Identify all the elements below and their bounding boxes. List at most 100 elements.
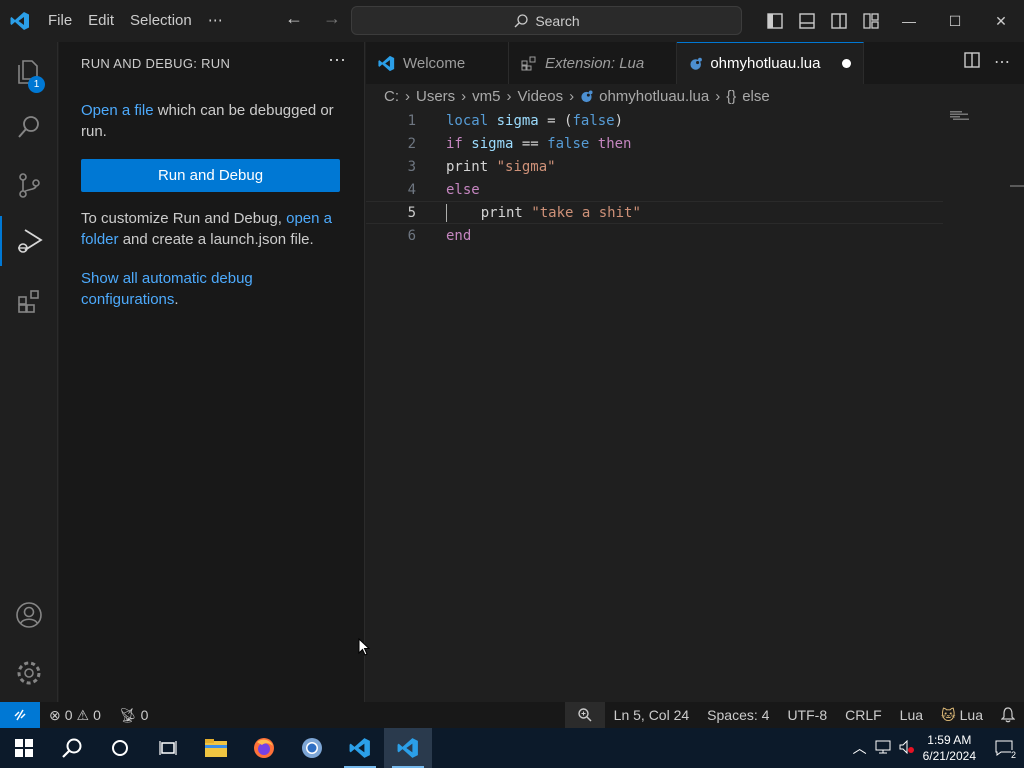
zoom-icon[interactable] [564,702,605,728]
line-number: 3 [407,158,416,175]
cortana-icon[interactable] [96,728,144,768]
extensions-icon[interactable] [0,276,58,326]
search-view-icon[interactable] [0,102,58,152]
tab-label: Extension: Lua [545,54,645,72]
token: print [446,158,489,175]
token: if [446,135,463,152]
editor-more-icon[interactable]: ⋯ [994,52,1010,73]
token: end [446,227,472,244]
remote-indicator-icon[interactable] [0,702,40,728]
open-file-link[interactable]: Open a file [81,102,154,119]
tab-extension-lua[interactable]: Extension: Lua [509,42,677,84]
chrome-icon[interactable] [288,728,336,768]
run-and-debug-button[interactable]: Run and Debug [81,159,340,192]
chevron-right-icon: › [506,88,512,105]
back-arrow-icon[interactable]: ← [280,8,308,29]
file-explorer-icon[interactable] [192,728,240,768]
show-all-debug-configs-link[interactable]: Show all automatic debug configurations [81,270,253,308]
indent-guide [446,203,447,222]
unsaved-dot-icon[interactable] [842,59,851,68]
token: sigma [471,135,514,152]
minimize-button[interactable]: — [886,0,932,42]
line-number: 4 [407,181,416,198]
explorer-badge: 1 [28,76,45,93]
explorer-icon[interactable]: 1 [0,46,58,96]
maximize-button[interactable]: ☐ [932,0,978,42]
token: "sigma" [496,158,556,175]
lua-file-icon [690,57,702,70]
vscode-taskbar-icon[interactable] [336,728,384,768]
breadcrumb-item[interactable]: vm5 [472,88,500,105]
clock[interactable]: 1:59 AM 6/21/2024 [923,732,976,764]
breadcrumb-item[interactable]: else [742,88,770,105]
encoding[interactable]: UTF-8 [778,707,836,723]
window-controls: — ☐ ✕ [886,0,1024,42]
toggle-panel-icon[interactable] [796,10,818,32]
breadcrumb-item[interactable]: Videos [518,88,564,105]
start-windows-icon[interactable] [0,728,48,768]
vscode-active-taskbar-icon[interactable] [384,728,432,768]
code-line: 6 end [366,224,1006,247]
show-all-text: Show all automatic debug configurations. [81,268,321,310]
tab-welcome[interactable]: Welcome [366,42,509,84]
time: 1:59 AM [927,733,972,747]
system-tray: ︿ 1:59 AM 6/21/2024 2 [853,728,1024,768]
line-number: 2 [407,135,416,152]
breadcrumb-item[interactable]: C: [384,88,399,105]
ports-indicator[interactable]: 📡︎ 0 [110,707,158,724]
warning-count: 0 [93,707,101,723]
sidebar-more-icon[interactable]: ⋯ [328,50,346,71]
notifications-bell-icon[interactable] [992,707,1024,723]
chevron-up-icon[interactable]: ︿ [853,738,867,758]
code-editor[interactable]: 1 local sigma = (false) 2 if sigma == fa… [366,109,1006,247]
sidebar-title: RUN AND DEBUG: RUN [81,56,231,71]
language-mode[interactable]: Lua [891,707,932,723]
breadcrumb-item[interactable]: Users [416,88,455,105]
code-line: 2 if sigma == false then [366,132,1006,155]
taskbar-search-icon[interactable] [48,728,96,768]
code-line: 4 else [366,178,1006,201]
minimap[interactable] [950,108,974,120]
volume-muted-icon[interactable] [899,739,915,757]
close-button[interactable]: ✕ [978,0,1024,42]
lua-extension-status[interactable]: 🐱︎ Lua [932,707,992,724]
accounts-icon[interactable] [0,590,58,640]
line-number: 5 [407,204,416,221]
menu-bar: File Edit Selection ⋯ [40,0,231,42]
split-editor-icon[interactable] [964,52,980,73]
toggle-primary-sidebar-icon[interactable] [764,10,786,32]
nav-arrows: ← → [280,8,346,29]
chevron-right-icon: › [461,88,467,105]
indentation[interactable]: Spaces: 4 [698,707,778,723]
tab-ohmyhotluau[interactable]: ohmyhotluau.lua [677,42,864,84]
vertical-scrollbar[interactable] [1010,185,1024,187]
run-and-debug-icon[interactable] [0,216,58,266]
menu-more[interactable]: ⋯ [200,0,231,42]
token: false [572,112,615,129]
problems-indicator[interactable]: ⊗ 0 ⚠ 0 [40,707,110,724]
customize-layout-icon[interactable] [860,10,882,32]
source-control-icon[interactable] [0,160,58,210]
cursor-position[interactable]: Ln 5, Col 24 [605,707,699,723]
toggle-secondary-sidebar-icon[interactable] [828,10,850,32]
notification-center-icon[interactable]: 2 [984,728,1024,768]
chevron-right-icon: › [569,88,575,105]
task-view-icon[interactable] [144,728,192,768]
end-of-line[interactable]: CRLF [836,707,891,723]
mouse-pointer-icon [358,637,371,661]
breadcrumb: C: › Users › vm5 › Videos › ohmyhotluau.lua ›… [384,88,770,105]
firefox-icon[interactable] [240,728,288,768]
settings-gear-icon[interactable] [0,648,58,698]
editor-tabs: Welcome Extension: Lua ohmyhotluau.lua ⋯ [366,42,1024,84]
token: print [480,204,523,221]
menu-file[interactable]: File [40,0,80,42]
chevron-right-icon: › [715,88,721,105]
menu-selection[interactable]: Selection [122,0,200,42]
menu-edit[interactable]: Edit [80,0,122,42]
ports-count: 0 [140,707,149,723]
forward-arrow-icon[interactable]: → [318,8,346,29]
breadcrumb-item[interactable]: ohmyhotluau.lua [599,88,709,105]
network-icon[interactable] [875,740,891,757]
code-line-current: 5 print "take a shit" [366,201,943,224]
command-center-search[interactable]: Search [351,6,742,35]
